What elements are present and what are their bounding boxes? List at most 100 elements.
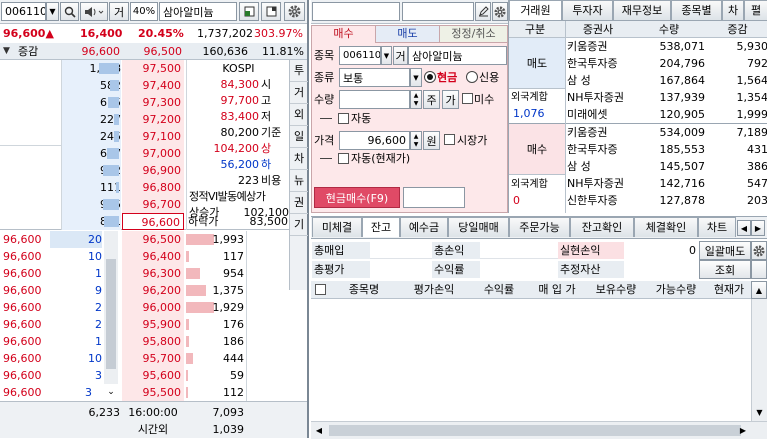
scroll-handle[interactable] [751,260,767,279]
ask-price-cell[interactable]: 96,700 [122,196,184,213]
tab-unfilled[interactable]: 미체결 [312,217,362,237]
bid-price-cell[interactable]: 96,200 [122,282,184,299]
tab-buy[interactable]: 매수 [312,26,376,43]
code-dropdown-button[interactable]: ▼ [46,2,59,21]
bid-price-cell[interactable]: 95,800 [122,333,184,350]
password-input[interactable] [402,2,474,21]
pencil-icon[interactable] [475,2,491,21]
tick-scrollbar[interactable] [104,231,118,384]
account-select[interactable] [312,2,400,21]
qty-stepper[interactable]: ▲ ▼ [410,90,422,109]
tab-financial[interactable]: 재무정보 [613,0,671,20]
gear-icon[interactable] [751,241,767,260]
tick-price-cell: 96,600 [3,233,42,246]
horizontal-scrollbar[interactable]: ◀ ▶ [311,421,767,439]
speaker-icon[interactable] [80,2,108,21]
bid-qty-cell: 112 [223,386,244,399]
auto-price-checkbox[interactable] [338,153,349,164]
tab-scroll-right[interactable]: ▶ [751,220,765,236]
footer-buy-total: 7,093 [212,406,245,419]
ask-price-cell-current[interactable]: 96,600 [122,213,184,230]
order-exchange-toggle[interactable]: 거 [393,46,408,65]
stock-code-input[interactable]: 006110 [1,2,46,21]
tab-daily-trade[interactable]: 당일매매 [448,217,509,237]
order-memo-field[interactable] [403,187,465,208]
upper-limit-label: 상 [261,142,272,155]
auto-qty-checkbox[interactable] [338,113,349,124]
tab-broker[interactable]: 거래원 [509,0,562,20]
bid-price-cell[interactable]: 96,400 [122,248,184,265]
query-button[interactable]: 조회 [699,260,751,279]
available-qty-button[interactable]: 가 [442,90,459,109]
tab-balance[interactable]: 잔고 [362,217,400,237]
stock-name-field[interactable]: 삼아알미늄 [159,2,237,21]
tab-sell[interactable]: 매도 [376,26,440,43]
side-tab[interactable]: 투 [290,60,308,82]
holdings-grid[interactable] [311,299,751,421]
bid-price-cell[interactable]: 96,000 [122,299,184,316]
credit-radio[interactable] [466,71,478,83]
order-type-dropdown[interactable]: ▼ [410,68,422,87]
side-tab[interactable]: 권 [290,192,308,214]
sell-all-button[interactable]: 일괄매도 [699,241,751,260]
select-all-checkbox[interactable] [315,284,326,295]
exchange-toggle-button[interactable]: 거 [109,2,129,21]
cash-radio[interactable] [424,71,436,83]
gear-icon[interactable] [284,2,305,21]
bid-price-cell[interactable]: 95,600 [122,367,184,384]
qty-label: 수량 [314,93,335,106]
window-restore-icon[interactable] [239,2,259,21]
ask-price-cell[interactable]: 97,500 [122,60,184,77]
tab-scroll-left[interactable]: ◀ [737,220,751,236]
est-asset-label: 추정자산 [558,261,624,278]
tab-balance-check[interactable]: 잔고확인 [570,217,634,237]
vertical-scrollbar[interactable]: ▼ [751,299,767,421]
side-tab[interactable]: 차 [290,148,308,170]
tab-order-available[interactable]: 주문가능 [509,217,570,237]
tab-expand[interactable]: 펼 [744,0,767,20]
tab-investor[interactable]: 투자자 [562,0,613,20]
ask-price-cell[interactable]: 97,300 [122,94,184,111]
bid-price-cell[interactable]: 96,300 [122,265,184,282]
price-stepper[interactable]: ▲ ▼ [410,131,422,150]
ask-price-cell[interactable]: 97,200 [122,111,184,128]
tab-chart-short[interactable]: 차 [722,0,744,20]
gear-icon[interactable] [492,2,508,21]
qty-input[interactable] [339,90,410,109]
ask-price-cell[interactable]: 96,900 [122,162,184,179]
side-tab[interactable]: 거 [290,82,308,104]
side-tab[interactable]: 일 [290,126,308,148]
bid-price-cell[interactable]: 95,500 [122,384,184,401]
credit-label: 신용 [479,71,500,84]
layout-icon[interactable] [261,2,281,21]
ask-volume-bar [103,199,119,210]
unfilled-checkbox[interactable] [462,93,473,104]
order-code-dropdown[interactable]: ▼ [381,46,392,65]
bid-price-cell[interactable]: 96,500 [122,231,184,248]
column-scroll-up[interactable]: ▲ [751,281,767,299]
ask-price-cell[interactable]: 97,100 [122,128,184,145]
tab-by-stock[interactable]: 종목별 [671,0,722,20]
ask-price-cell[interactable]: 96,800 [122,179,184,196]
bid-price-cell[interactable]: 95,700 [122,350,184,367]
tab-deposit[interactable]: 예수금 [400,217,448,237]
price-input[interactable]: 96,600 [339,131,410,150]
market-price-checkbox[interactable] [444,134,455,145]
market-label: KOSPI [222,62,255,75]
tab-chart[interactable]: 차트 [698,217,736,237]
base-price: 80,200 [220,126,260,139]
tab-modify-cancel[interactable]: 정정/취소 [440,26,507,43]
order-stock-code-input[interactable]: 006110 [339,46,381,65]
ask-price-cell[interactable]: 97,000 [122,145,184,162]
tab-execution-check[interactable]: 체결확인 [634,217,698,237]
cash-buy-button[interactable]: 현금매수(F9) [314,187,400,208]
search-icon[interactable] [60,2,79,21]
side-tab[interactable]: 외 [290,104,308,126]
ask-price-cell[interactable]: 97,400 [122,77,184,94]
side-tab[interactable]: 뉴 [290,170,308,192]
order-type-select[interactable]: 보통 [339,68,410,87]
chevron-down-icon[interactable]: ⌄ [104,384,118,401]
summary-volume: 160,636 [202,45,249,58]
ratio-display: 40% [130,2,158,21]
bid-price-cell[interactable]: 95,900 [122,316,184,333]
